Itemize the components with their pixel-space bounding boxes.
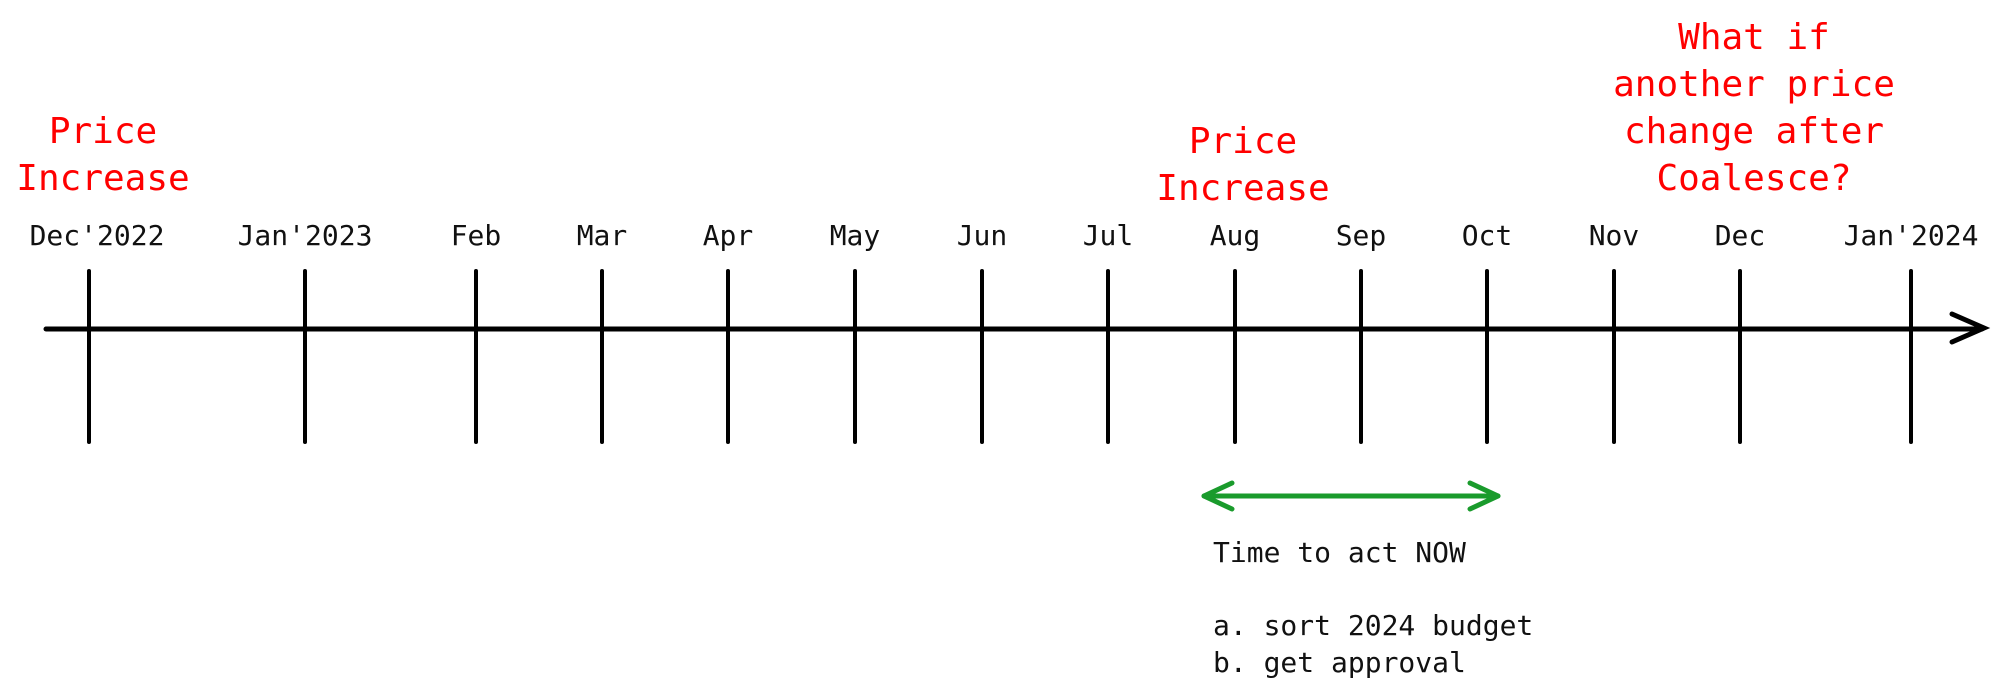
note-line: Coalesce? [1656, 158, 1851, 199]
month-label: Sep [1336, 219, 1387, 252]
timeline-diagram: Dec'2022 Jan'2023 Feb Mar Apr May Jun Jul Aug Sep… [16, 17, 1991, 679]
action-window-arrow [1201, 480, 1501, 512]
note-line: Price [49, 111, 157, 152]
month-label: Dec'2022 [30, 219, 165, 252]
month-label: Nov [1589, 219, 1640, 252]
note-line: Price [1189, 121, 1297, 162]
month-label: Oct [1462, 219, 1513, 252]
note-line: another price [1613, 64, 1895, 105]
month-label: Jul [1083, 219, 1134, 252]
price-increase-note-dec-2022: Price Increase [16, 111, 189, 199]
month-label: Jan'2023 [238, 219, 373, 252]
month-label: Jan'2024 [1844, 219, 1979, 252]
action-item: b. get approval [1213, 646, 1466, 679]
action-note: Time to act NOW a. sort 2024 budget b. g… [1213, 536, 1533, 679]
month-label: Dec [1715, 219, 1766, 252]
month-label: May [830, 219, 881, 252]
month-label: Mar [577, 219, 628, 252]
note-line: Increase [1156, 168, 1329, 209]
note-line: Increase [16, 158, 189, 199]
month-label: Jun [957, 219, 1008, 252]
month-ticks [87, 269, 1913, 444]
month-labels: Dec'2022 Jan'2023 Feb Mar Apr May Jun Jul Aug Sep… [30, 219, 1979, 252]
month-label: Apr [703, 219, 754, 252]
price-increase-note-aug: Price Increase [1156, 121, 1329, 209]
note-line: change after [1624, 111, 1884, 152]
what-if-note: What if another price change after Coale… [1613, 17, 1895, 199]
month-label: Feb [451, 219, 502, 252]
note-line: What if [1678, 17, 1830, 58]
timeline-axis [43, 311, 1991, 345]
action-title: Time to act NOW [1213, 536, 1466, 569]
month-label: Aug [1210, 219, 1261, 252]
action-item: a. sort 2024 budget [1213, 609, 1533, 642]
